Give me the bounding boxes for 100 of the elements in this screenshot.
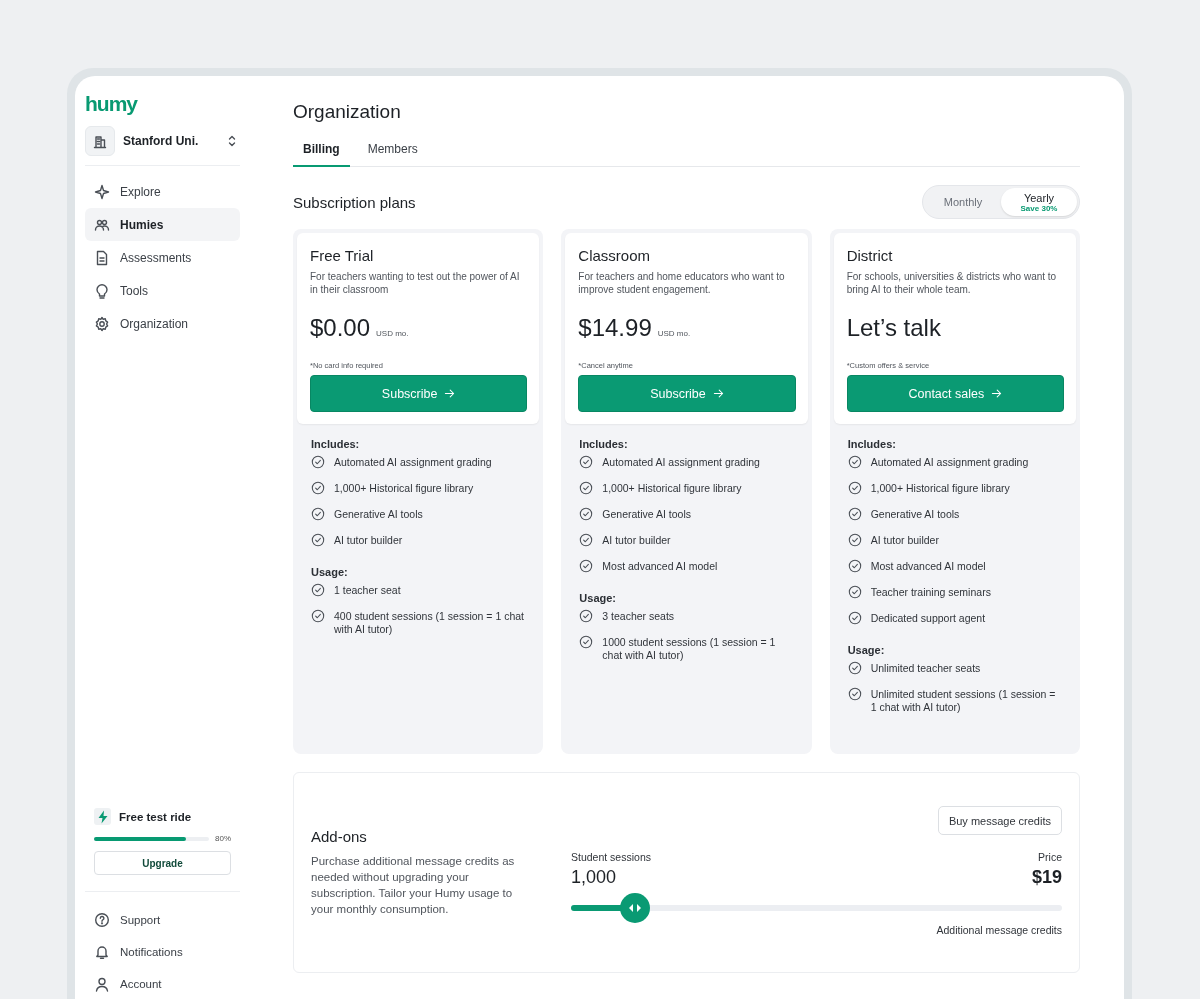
list-heading: Usage: [311,566,349,578]
field-label: Student sessions [571,851,651,863]
feature-text: AI tutor builder [870,534,939,547]
slider-thumb[interactable] [619,893,650,923]
plan-description: For teachers wanting to test out the power of AI in their classroom [310,270,521,297]
feature-text: AI tutor builder [602,534,671,547]
organization-name: Stanford Uni. [123,134,200,148]
check-circle-icon [847,611,862,625]
price-unit: USD mo. [657,329,691,338]
plan-description: For schools, universities & districts who want to bring AI to their whole team. [846,270,1058,297]
nav-item[interactable]: Support [85,904,240,936]
nav-item[interactable]: Assessments [85,241,240,274]
nav-item[interactable]: Account [85,968,240,999]
check-circle-icon [311,609,325,623]
feature-text: 1,000+ Historical figure library [602,482,742,495]
nav-item[interactable]: Tools [85,274,240,307]
check-circle-icon [311,533,325,547]
feature-text: 1 teacher seat [334,584,401,597]
plan-button[interactable]: Subscribe [578,375,796,412]
check-circle-icon [311,583,325,597]
billing-option[interactable]: Monthly [925,188,1001,216]
check-circle-icon [579,609,594,623]
sessions-value: 1,000 [571,867,618,888]
document-icon [94,249,110,266]
plan-name: District [846,247,894,265]
price-value: $19 [1031,867,1062,888]
gear-icon [94,315,110,332]
price: Let’s talk [846,314,941,342]
feature-text: Unlimited student sessions (1 session = 1 chat with AI tutor) [870,688,1057,714]
check-circle-icon [847,533,862,547]
plan-name: Classroom [578,247,651,265]
user-icon [94,976,110,992]
nav-item[interactable]: Explore [85,175,240,208]
feature-text: 3 teacher seats [602,610,675,623]
lightning-icon [94,808,111,825]
feature-text: Dedicated support agent [870,612,986,625]
feature-text: Generative AI tools [602,508,692,521]
field-label: Price [1038,851,1062,863]
building-icon [92,133,108,149]
check-circle-icon [579,635,594,649]
progress-percent: 80% [215,834,231,843]
list-heading: Usage: [847,644,886,656]
upgrade-button[interactable]: Upgrade [94,851,231,875]
check-circle-icon [579,533,594,547]
feature-text: 400 student sessions (1 session = 1 chat with AI tutor) [334,610,525,636]
tab[interactable]: Billing [293,134,350,167]
feature-text: Teacher training seminars [870,586,991,599]
list-heading: Includes: [847,438,897,450]
buy-credits-button[interactable]: Buy message credits [937,806,1062,835]
feature-text: Generative AI tools [334,508,423,521]
check-circle-icon [847,687,862,701]
price: $14.99 [578,314,652,342]
feature-text: Automated AI assignment grading [334,456,492,469]
check-circle-icon [579,507,594,521]
feature-text: 1,000+ Historical figure library [334,482,474,495]
check-circle-icon [847,585,862,599]
section-title: Subscription plans [293,193,416,211]
logo: humy [85,92,137,116]
feature-text: 1000 student sessions (1 session = 1 chat with AI tutor) [602,636,777,662]
check-circle-icon [579,455,594,469]
feature-text: Most advanced AI model [870,560,986,573]
section-title: Add-ons [311,828,368,845]
feature-text: Unlimited teacher seats [870,662,981,675]
feature-text: Automated AI assignment grading [602,456,760,469]
price-unit: USD mo. [376,329,409,338]
check-circle-icon [847,455,862,469]
check-circle-icon [311,507,325,521]
feature-text: Generative AI tools [870,508,960,521]
list-heading: Includes: [311,438,361,450]
nav-item[interactable]: Organization [85,307,240,340]
plan-name: Free test ride [119,810,192,823]
nav-item[interactable]: Notifications [85,936,240,968]
check-circle-icon [579,559,594,573]
plan-button[interactable]: Subscribe [310,375,528,412]
feature-text: Automated AI assignment grading [870,456,1029,469]
billing-option[interactable]: Yearly Save 30% [1001,188,1077,216]
check-circle-icon [847,661,862,675]
check-circle-icon [311,481,325,495]
feature-text: AI tutor builder [334,534,403,547]
list-heading: Usage: [579,592,617,604]
lightbulb-icon [94,282,110,299]
slider-caption: Additional message credits [936,924,1062,936]
feature-text: 1,000+ Historical figure library [870,482,1010,495]
price: $0.00 [310,314,371,342]
organization-switcher[interactable]: Stanford Uni. [85,126,240,166]
list-heading: Includes: [579,438,629,450]
plan-description: For teachers and home educators who want to improve student engagement. [578,270,786,297]
help-icon [94,912,110,928]
bell-icon [94,944,110,960]
arrow-right-icon [444,388,456,399]
check-circle-icon [311,455,325,469]
nav-item[interactable]: Humies [85,208,240,241]
plan-button[interactable]: Contact sales [846,375,1064,412]
tab[interactable]: Members [357,134,428,167]
check-circle-icon [847,481,862,495]
check-circle-icon [847,559,862,573]
check-circle-icon [579,481,594,495]
arrow-right-icon [712,388,724,399]
arrow-right-icon [991,388,1003,399]
feature-text: Most advanced AI model [602,560,718,573]
